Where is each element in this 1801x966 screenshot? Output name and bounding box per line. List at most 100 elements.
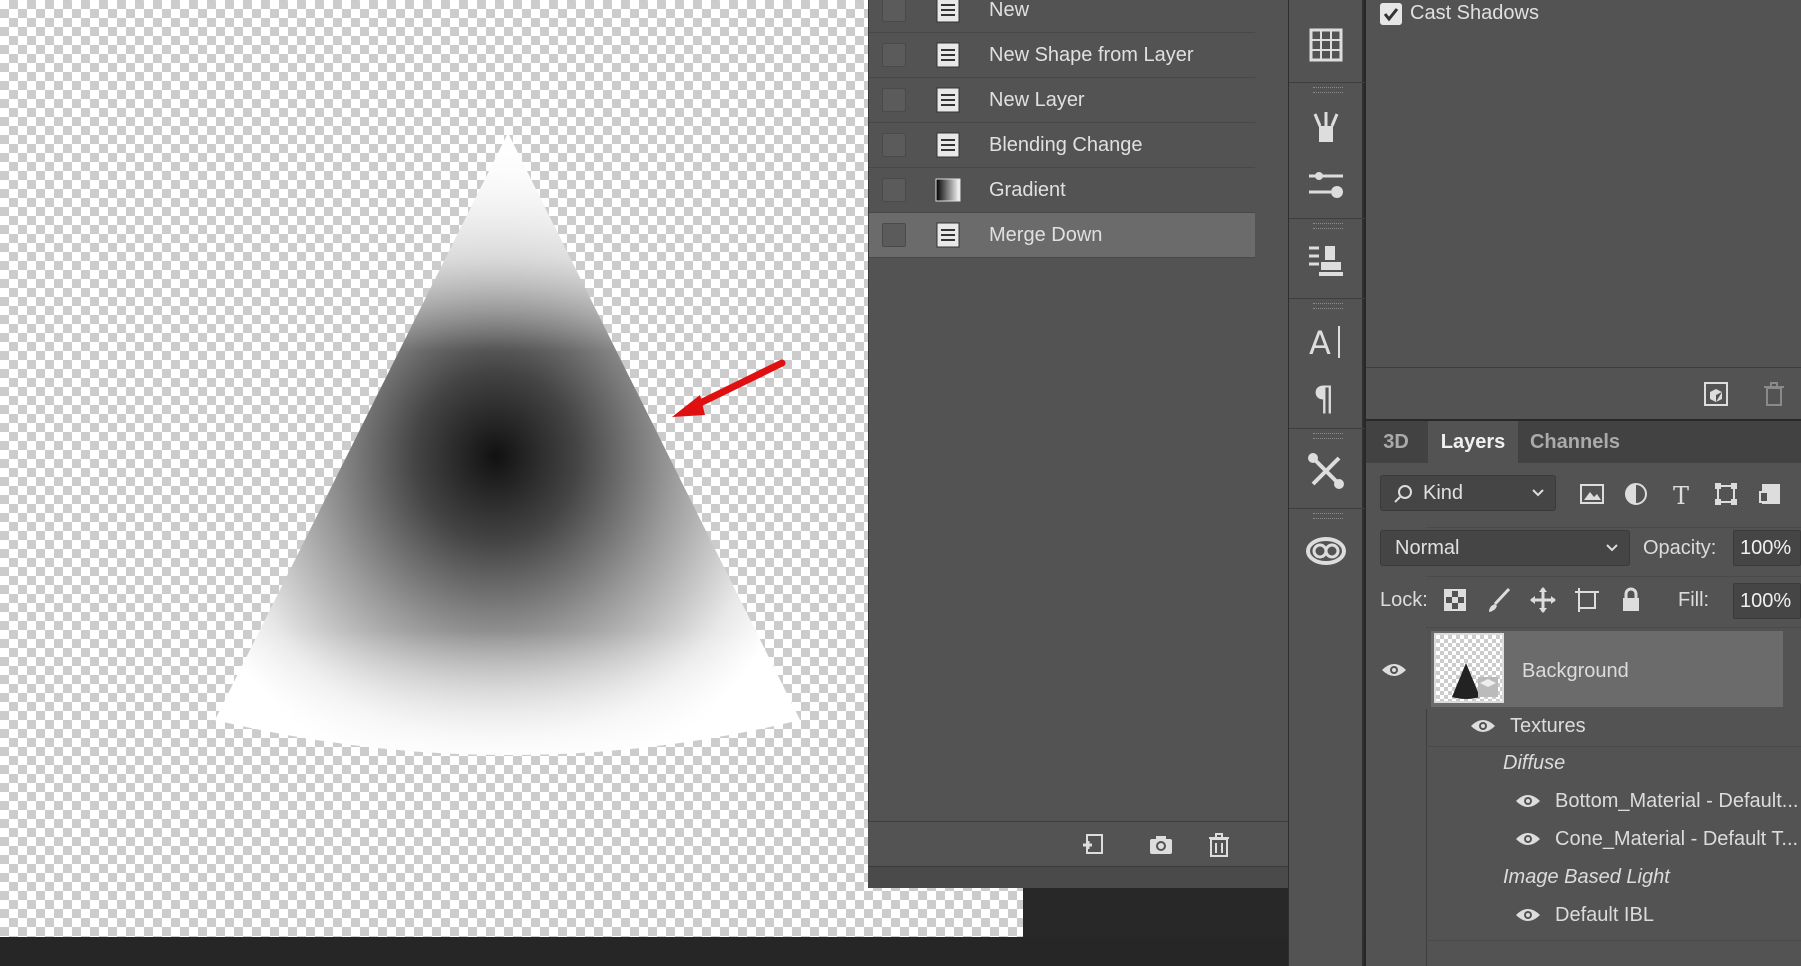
svg-text:A: A	[1309, 324, 1331, 362]
cast-shadows-label: Cast Shadows	[1410, 2, 1539, 24]
document-icon	[936, 132, 960, 158]
history-item-label: New	[989, 0, 1030, 21]
visibility-eye-icon[interactable]	[1515, 831, 1541, 847]
history-item-blending-change[interactable]: Blending Change	[869, 123, 1255, 168]
divider	[1426, 627, 1801, 628]
separator	[1289, 82, 1365, 94]
lock-all-icon[interactable]	[1617, 586, 1645, 614]
history-panel: New New Shape from Layer New Layer Blend…	[868, 0, 1288, 888]
history-item-label: Blending Change	[989, 133, 1143, 156]
clone-source-icon[interactable]	[1303, 238, 1349, 284]
camera-icon[interactable]	[1148, 832, 1174, 858]
history-checkbox[interactable]	[882, 133, 906, 157]
history-item-new-layer[interactable]: New Layer	[869, 78, 1255, 123]
smart-object-filter-icon[interactable]	[1756, 480, 1784, 508]
history-checkbox[interactable]	[882, 43, 906, 67]
panel-icon-strip: A ¶	[1288, 0, 1365, 966]
divider	[1426, 576, 1801, 577]
divider	[1426, 940, 1801, 941]
layer-thumbnail	[1434, 633, 1504, 703]
cast-shadows-checkbox[interactable]	[1380, 3, 1402, 25]
tab-channels[interactable]: Channels	[1520, 421, 1630, 463]
history-checkbox[interactable]	[882, 178, 906, 202]
paragraph-icon[interactable]: ¶	[1303, 372, 1349, 418]
character-icon[interactable]: A	[1303, 318, 1349, 364]
properties-panel	[1366, 0, 1801, 419]
visibility-eye-icon[interactable]	[1515, 907, 1541, 923]
divider	[1426, 527, 1801, 528]
blend-mode-dropdown[interactable]: Normal	[1380, 530, 1630, 566]
chevron-down-icon	[1532, 489, 1544, 497]
history-checkbox[interactable]	[882, 223, 906, 247]
separator	[1289, 298, 1365, 310]
history-checkbox[interactable]	[882, 0, 906, 22]
blend-mode-value: Normal	[1395, 536, 1460, 559]
history-footer	[868, 821, 1288, 866]
creative-cloud-icon[interactable]	[1303, 528, 1349, 574]
shape-filter-icon[interactable]	[1712, 480, 1740, 508]
fill-label: Fill:	[1678, 589, 1710, 611]
svg-text:T: T	[1673, 482, 1689, 508]
grid-icon[interactable]	[1303, 22, 1349, 68]
layers-tabbar: 3D Layers Channels	[1366, 421, 1801, 463]
lock-position-icon[interactable]	[1529, 586, 1557, 614]
document-icon	[936, 42, 960, 68]
red-arrow-annotation	[672, 359, 786, 417]
filter-kind-label: Kind	[1423, 481, 1464, 504]
trash-icon[interactable]	[1760, 380, 1788, 408]
history-item-label: New Shape from Layer	[989, 43, 1194, 66]
svg-text:¶: ¶	[1313, 379, 1335, 418]
texture-item-cone-material[interactable]: Cone_Material - Default T...	[1555, 828, 1798, 851]
visibility-eye-icon[interactable]	[1515, 793, 1541, 809]
history-item-label: New Layer	[989, 88, 1085, 111]
textures-label[interactable]: Textures	[1510, 715, 1586, 738]
brush-settings-icon[interactable]	[1303, 162, 1349, 208]
render-3d-icon[interactable]	[1702, 380, 1730, 408]
history-item-gradient[interactable]: Gradient	[869, 168, 1255, 213]
history-item-new-shape-from-layer[interactable]: New Shape from Layer	[869, 33, 1255, 78]
tools-icon[interactable]	[1303, 448, 1349, 494]
opacity-input[interactable]: 100%	[1733, 530, 1801, 566]
lock-transparent-pixels-icon[interactable]	[1441, 586, 1469, 614]
opacity-label: Opacity:	[1643, 537, 1717, 559]
layer-filter-dropdown[interactable]: Kind	[1380, 475, 1556, 511]
history-checkbox[interactable]	[882, 88, 906, 112]
gradient-icon	[935, 178, 961, 202]
separator	[1289, 508, 1365, 520]
properties-footer	[1366, 367, 1801, 419]
brush-presets-icon[interactable]	[1303, 102, 1349, 148]
ibl-label: Image Based Light	[1503, 866, 1670, 888]
history-item-label: Merge Down	[989, 223, 1103, 246]
fill-input[interactable]: 100%	[1733, 583, 1801, 619]
layer-name[interactable]: Background	[1522, 660, 1629, 683]
visibility-eye-icon[interactable]	[1470, 718, 1496, 734]
history-item-new[interactable]: New	[869, 0, 1255, 33]
tab-3d[interactable]: 3D	[1366, 421, 1426, 463]
history-resize-grip[interactable]	[868, 866, 1288, 888]
history-item-merge-down[interactable]: Merge Down	[869, 213, 1255, 258]
new-document-from-state-icon[interactable]	[1080, 832, 1106, 858]
type-filter-icon[interactable]: T	[1668, 480, 1696, 508]
layer-thumbnail-cone	[1452, 663, 1498, 699]
visibility-eye-icon[interactable]	[1381, 662, 1407, 678]
diffuse-label: Diffuse	[1503, 752, 1566, 774]
adjustment-filter-icon[interactable]	[1622, 480, 1650, 508]
trash-icon[interactable]	[1206, 832, 1232, 858]
lock-image-pixels-icon[interactable]	[1485, 586, 1513, 614]
document-icon	[936, 222, 960, 248]
document-icon	[936, 87, 960, 113]
lock-label: Lock:	[1380, 589, 1428, 611]
tree-guide-line	[1426, 709, 1427, 966]
document-icon	[936, 0, 960, 23]
divider	[1426, 746, 1801, 747]
ibl-item-default[interactable]: Default IBL	[1555, 904, 1654, 927]
tab-layers[interactable]: Layers	[1428, 421, 1518, 463]
separator	[1289, 218, 1365, 230]
image-filter-icon[interactable]	[1578, 480, 1606, 508]
texture-item-bottom-material[interactable]: Bottom_Material - Default...	[1555, 790, 1798, 813]
history-item-label: Gradient	[989, 178, 1066, 201]
lock-artboard-icon[interactable]	[1573, 586, 1601, 614]
separator	[1289, 428, 1365, 440]
search-icon	[1394, 485, 1412, 503]
chevron-down-icon	[1606, 544, 1618, 552]
